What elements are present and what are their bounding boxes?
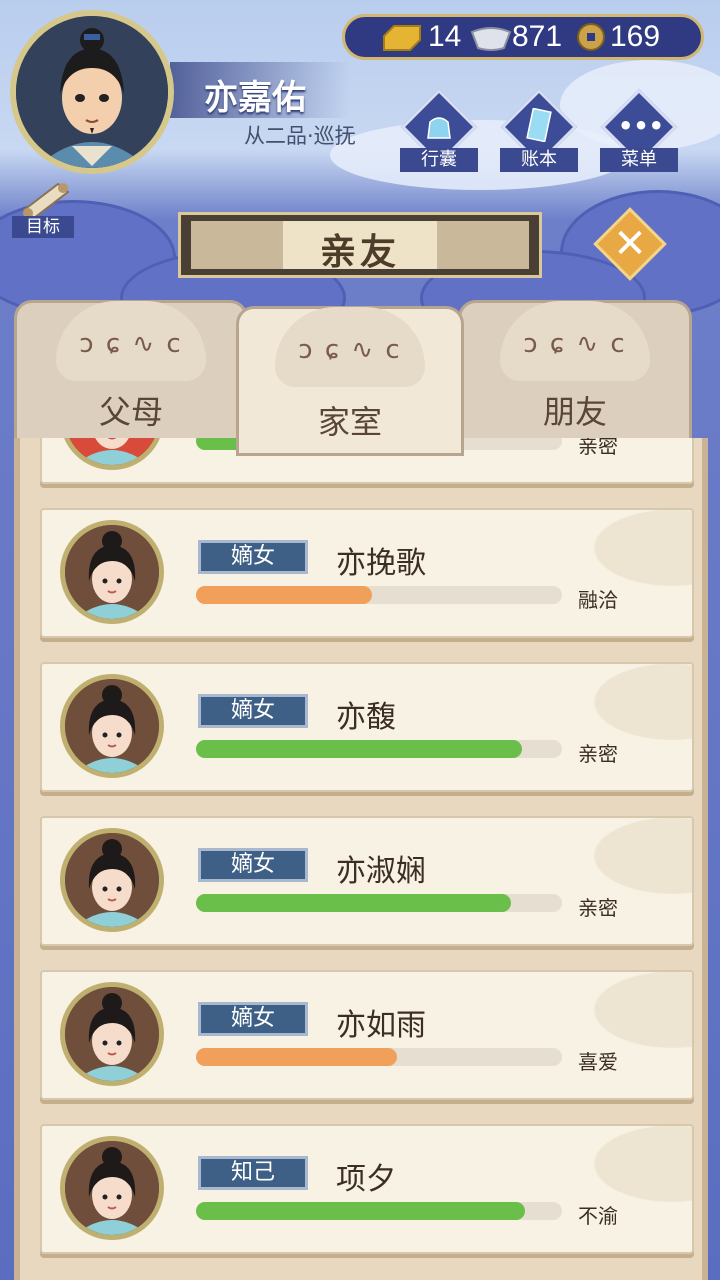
wave-pattern [492,664,692,790]
relation-label: 喜爱 [578,1050,618,1074]
more-icon: ••• [618,112,665,140]
intimacy-bar [196,1048,562,1066]
intimacy-bar-fill [196,1202,526,1220]
role-badge: 嫡女 [198,540,308,574]
scroll-icon [22,182,70,220]
role-badge: 嫡女 [198,848,308,882]
close-icon: ✕ [613,221,647,267]
goal-button[interactable]: 目标 [12,180,76,240]
silver-count: 871 [512,20,563,53]
wave-pattern [492,510,692,636]
relative-card[interactable]: 嫡女 亦如雨喜爱 [40,970,694,1100]
intimacy-bar-fill [196,1048,398,1066]
ledger-icon [526,108,552,142]
wave-pattern [492,972,692,1098]
relative-portrait[interactable] [60,520,164,624]
relative-card[interactable]: 知己 项夕不渝 [40,1124,694,1254]
relation-label: 融洽 [578,588,618,612]
role-badge: 知己 [198,1156,308,1190]
role-badge: 嫡女 [198,694,308,728]
relative-name: 项夕 [336,1162,396,1197]
player-avatar[interactable] [10,10,174,174]
player-name: 亦嘉佑 [204,78,306,118]
relative-card[interactable]: 嫡女 亦挽歌融洽 [40,508,694,638]
relative-portrait[interactable] [60,1136,164,1240]
relative-portrait[interactable] [60,982,164,1086]
intimacy-bar [196,586,562,604]
intimacy-bar-fill [196,894,511,912]
relative-portrait[interactable] [60,828,164,932]
relation-label: 亲密 [578,896,618,920]
relation-label: 不渝 [578,1204,618,1228]
title-banner: 亲友 [178,212,542,278]
relative-name: 亦馥 [336,700,396,735]
wave-pattern [492,1126,692,1252]
wave-pattern [492,818,692,944]
relatives-list[interactable]: 亲密 嫡女 亦挽歌 融洽 嫡女 亦馥 亲密 嫡女 亦淑娴 亲密 嫡女 亦如雨 喜爱 知己 项夕 不渝 [14,438,708,1280]
bag-button[interactable]: 行囊 [398,88,480,176]
silver-ingot-icon [470,27,512,51]
intimacy-bar [196,740,562,758]
gold-count: 14 [428,20,462,53]
coin-count: 169 [610,20,661,53]
player-rank: 从二品·巡抚 [244,124,356,148]
relative-portrait[interactable] [60,438,164,470]
gold-ingot-icon [383,25,421,51]
relative-portrait[interactable] [60,674,164,778]
relative-name: 亦如雨 [336,1008,426,1043]
intimacy-bar [196,894,562,912]
relation-label: 亲密 [578,742,618,766]
ledger-button[interactable]: 账本 [498,88,580,176]
relation-label: 亲密 [578,438,618,458]
intimacy-bar [196,1202,562,1220]
tab-family[interactable]: ↄ ɕ ∿ c 家室 [236,306,464,456]
relative-name: 亦淑娴 [336,854,426,889]
relative-name: 亦挽歌 [336,546,426,581]
tab-parents[interactable]: ↄ ɕ ∿ c 父母 [14,300,248,450]
page-title: 亲友 [319,232,400,273]
relative-card[interactable]: 嫡女 亦馥亲密 [40,662,694,792]
bag-icon [427,117,451,139]
tab-friends[interactable]: ↄ ɕ ∿ c 朋友 [458,300,692,450]
menu-button[interactable]: ••• 菜单 [598,88,680,176]
relative-card[interactable]: 嫡女 亦淑娴亲密 [40,816,694,946]
role-badge: 嫡女 [198,1002,308,1036]
copper-coin-icon [577,23,605,51]
intimacy-bar-fill [196,586,372,604]
intimacy-bar-fill [196,740,522,758]
